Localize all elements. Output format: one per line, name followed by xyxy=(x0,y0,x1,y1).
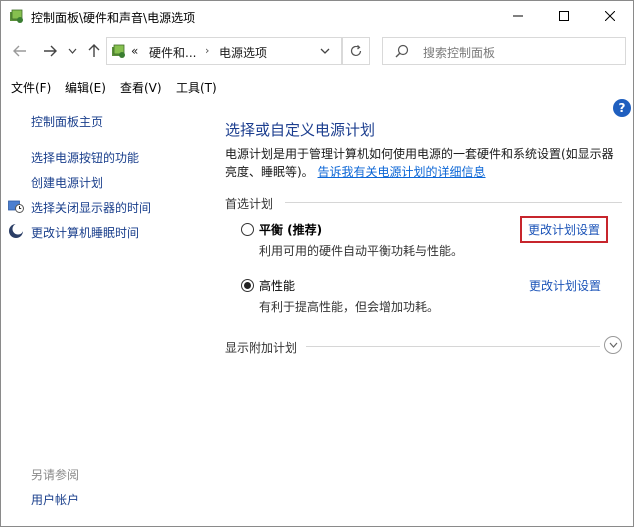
expand-additional-plans-button[interactable] xyxy=(604,336,622,354)
page-title: 选择或自定义电源计划 xyxy=(225,121,376,139)
navigation-bar: « 硬件和... › 电源选项 搜索控制面板 xyxy=(1,34,633,68)
chevron-down-icon xyxy=(68,48,76,54)
page-description: 电源计划是用于管理计算机如何使用电源的一套硬件和系统设置(如显示器亮度、睡眠等)… xyxy=(225,145,620,181)
arrow-left-icon xyxy=(13,45,26,57)
address-bar[interactable]: « 硬件和... › 电源选项 xyxy=(106,37,342,65)
chevron-down-icon xyxy=(609,342,617,348)
plan-balanced-change-settings-link[interactable]: 更改计划设置 xyxy=(520,216,609,243)
search-placeholder: 搜索控制面板 xyxy=(423,46,496,60)
arrow-up-icon xyxy=(88,44,100,57)
menu-tools[interactable]: 工具(T) xyxy=(176,79,217,96)
sleep-moon-icon xyxy=(9,223,24,238)
minimize-icon xyxy=(513,15,523,17)
menu-view[interactable]: 查看(V) xyxy=(120,79,162,96)
additional-divider xyxy=(306,346,600,347)
address-segment-hardware[interactable]: 硬件和... xyxy=(149,44,196,61)
refresh-button[interactable] xyxy=(342,37,370,65)
arrow-right-icon xyxy=(44,45,57,57)
power-options-icon xyxy=(10,9,23,23)
sidebar-item-user-accounts[interactable]: 用户帐户 xyxy=(31,491,79,508)
menu-file[interactable]: 文件(F) xyxy=(11,79,51,96)
sidebar-item-power-button[interactable]: 选择电源按钮的功能 xyxy=(31,149,139,166)
address-dropdown-icon[interactable] xyxy=(319,46,331,56)
control-panel-icon xyxy=(112,44,125,58)
close-button[interactable] xyxy=(587,1,633,31)
sidebar-item-home[interactable]: 控制面板主页 xyxy=(31,113,103,130)
control-panel-window: 控制面板\硬件和声音\电源选项 « 硬件和... › 电源选项 搜索控制面板 文… xyxy=(0,0,634,527)
refresh-icon xyxy=(350,45,362,57)
plan-balanced-label: 平衡 (推荐) xyxy=(259,223,323,237)
plan-balanced-description: 利用可用的硬件自动平衡功耗与性能。 xyxy=(259,244,464,258)
close-icon xyxy=(605,11,615,21)
menu-bar: 文件(F) 编辑(E) 查看(V) 工具(T) xyxy=(1,75,633,99)
section-divider xyxy=(285,202,622,203)
search-icon xyxy=(395,44,409,58)
address-segment-power[interactable]: 电源选项 xyxy=(219,44,267,61)
plan-high-performance-radio[interactable] xyxy=(241,279,254,292)
recent-locations-button[interactable] xyxy=(61,40,83,62)
search-field[interactable]: 搜索控制面板 xyxy=(382,37,626,65)
sidebar-item-display-timeout[interactable]: 选择关闭显示器的时间 xyxy=(31,199,151,216)
back-button[interactable] xyxy=(9,40,31,62)
details-link[interactable]: 告诉我有关电源计划的详细信息 xyxy=(318,165,486,179)
sidebar-item-create-plan[interactable]: 创建电源计划 xyxy=(31,174,103,191)
plan-high-performance-change-settings-link[interactable]: 更改计划设置 xyxy=(529,277,601,294)
display-clock-icon xyxy=(8,200,24,213)
plan-high-performance-name[interactable]: 高性能 xyxy=(259,277,295,294)
menu-edit[interactable]: 编辑(E) xyxy=(65,79,106,96)
up-button[interactable] xyxy=(83,40,105,62)
title-bar: 控制面板\硬件和声音\电源选项 xyxy=(1,1,633,31)
plan-high-performance-description: 有利于提高性能，但会增加功耗。 xyxy=(259,300,440,314)
see-also-label: 另请参阅 xyxy=(31,468,80,482)
forward-button[interactable] xyxy=(39,40,61,62)
maximize-icon xyxy=(559,11,569,21)
help-icon[interactable]: ? xyxy=(613,99,631,117)
maximize-button[interactable] xyxy=(541,1,587,31)
address-overflow[interactable]: « xyxy=(131,44,138,58)
minimize-button[interactable] xyxy=(495,1,541,31)
window-title: 控制面板\硬件和声音\电源选项 xyxy=(31,11,196,25)
sidebar-item-sleep-time[interactable]: 更改计算机睡眠时间 xyxy=(31,224,139,241)
preferred-plans-label: 首选计划 xyxy=(225,197,274,211)
show-additional-plans-label[interactable]: 显示附加计划 xyxy=(225,339,297,356)
breadcrumb-chevron-icon[interactable]: › xyxy=(205,44,209,57)
plan-balanced-radio[interactable] xyxy=(241,223,254,236)
plan-balanced-name[interactable]: 平衡 (推荐) xyxy=(259,221,322,238)
